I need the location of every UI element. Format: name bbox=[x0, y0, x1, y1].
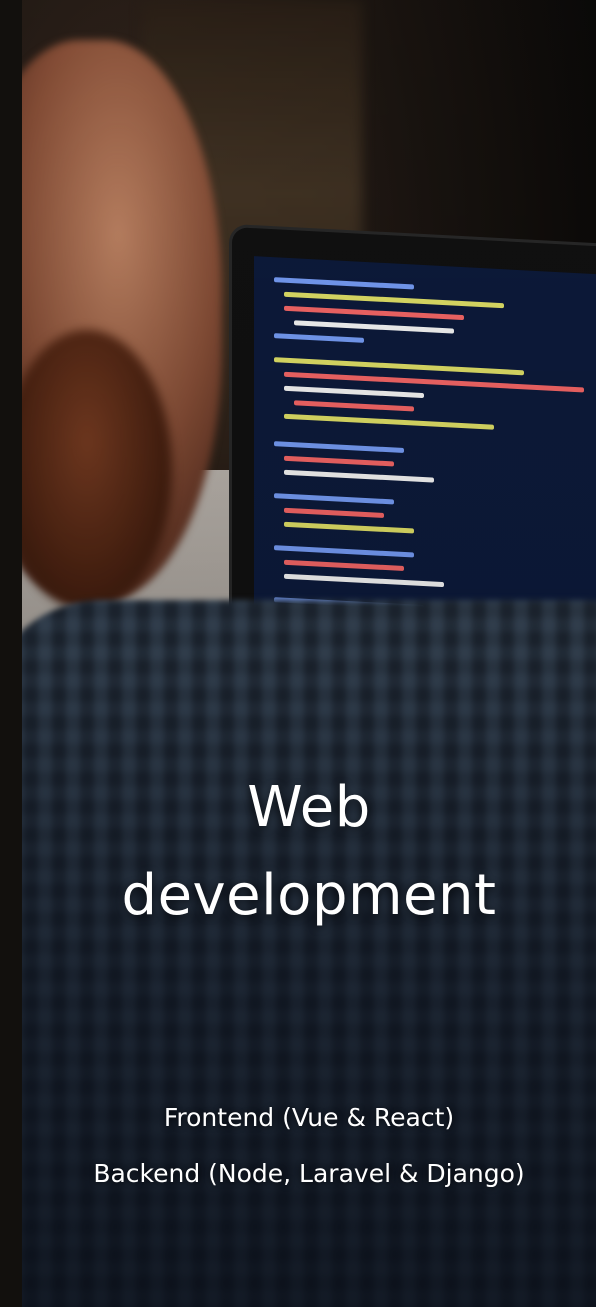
service-item-backend: Backend (Node, Laravel & Django) bbox=[93, 1159, 525, 1188]
card-title: Web development bbox=[22, 764, 596, 940]
web-development-card[interactable]: Web development Frontend (Vue & React) B… bbox=[0, 0, 596, 1307]
services-list: Frontend (Vue & React) Backend (Node, La… bbox=[22, 1090, 596, 1202]
service-item-frontend: Frontend (Vue & React) bbox=[163, 1103, 455, 1132]
card-left-border bbox=[0, 0, 22, 1307]
title-line-1: Web bbox=[247, 775, 371, 840]
title-line-2: development bbox=[121, 863, 497, 928]
